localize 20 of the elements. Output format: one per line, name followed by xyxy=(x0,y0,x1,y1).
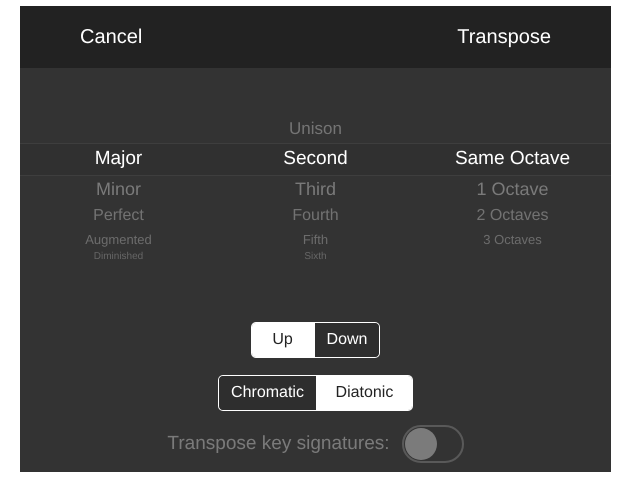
picker-option[interactable]: Fourth xyxy=(292,203,339,229)
segment-tab[interactable]: Chromatic xyxy=(219,376,316,410)
picker-option[interactable]: Augmented xyxy=(85,229,152,250)
picker-option[interactable]: Same Octave xyxy=(454,144,570,175)
transpose-button[interactable]: Transpose xyxy=(457,22,551,52)
segment-tab[interactable]: Down xyxy=(314,323,380,357)
cancel-button[interactable]: Cancel xyxy=(80,22,142,52)
picker-option[interactable]: Third xyxy=(294,175,336,203)
segment-tab[interactable]: Up xyxy=(252,323,314,357)
segment-tab[interactable]: Diatonic xyxy=(316,376,412,410)
picker-option[interactable]: Unison xyxy=(289,114,342,144)
picker-option[interactable]: Fifth xyxy=(302,229,328,250)
picker-option[interactable]: Second xyxy=(283,144,348,175)
picker-option[interactable]: Major xyxy=(94,144,142,175)
picker-option[interactable]: Perfect xyxy=(93,203,144,229)
picker-option[interactable]: 2 Octaves xyxy=(476,203,549,229)
picker-option[interactable]: 1 Octave xyxy=(476,175,549,203)
key-signatures-label: Transpose key signatures: xyxy=(167,432,390,456)
picker-option[interactable]: 3 Octaves xyxy=(483,229,542,250)
picker-option[interactable]: Minor xyxy=(96,175,141,203)
